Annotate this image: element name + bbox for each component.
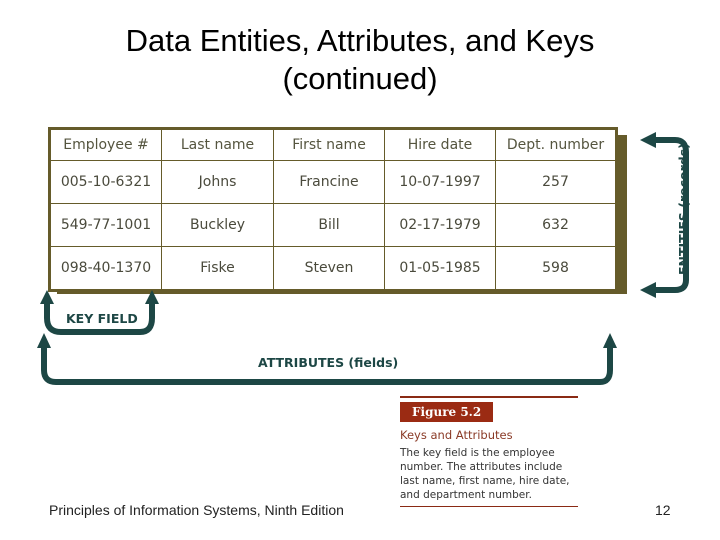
figure-badge: Figure 5.2 <box>400 401 494 422</box>
key-field-arrowhead-left <box>40 290 54 304</box>
figure-caption: Figure 5.2 Keys and Attributes The key f… <box>400 396 578 507</box>
attributes-arrowhead-left <box>37 333 51 348</box>
figure-title: Keys and Attributes <box>400 427 513 442</box>
bracket-arrows <box>37 132 689 385</box>
attributes-label: ATTRIBUTES (fields) <box>258 355 399 370</box>
attributes-arrowhead-right <box>603 333 617 348</box>
entities-arrowhead-top <box>640 132 656 148</box>
figure-bottom-rule <box>400 505 578 507</box>
entities-label: ENTITIES (records) <box>676 143 691 275</box>
entities-arrowhead-bottom <box>640 282 656 298</box>
footer-text: Principles of Information Systems, Ninth… <box>49 502 344 518</box>
key-field-label: KEY FIELD <box>66 311 138 326</box>
key-field-arrowhead-right <box>145 290 159 304</box>
figure-description: The key field is the employee number. Th… <box>400 446 570 501</box>
page-number: 12 <box>655 502 671 518</box>
figure-top-rule <box>400 396 578 398</box>
